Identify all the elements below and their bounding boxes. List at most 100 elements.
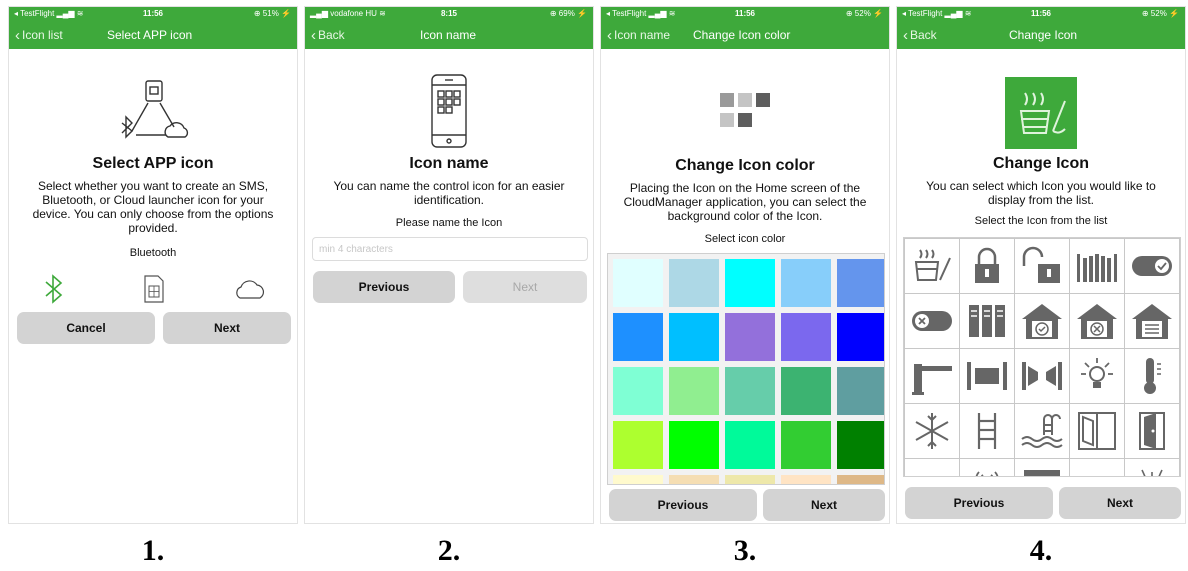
next-button[interactable]: Next [163, 312, 291, 344]
color-swatch[interactable] [837, 475, 884, 484]
choice-bluetooth[interactable] [37, 269, 71, 309]
status-battery: ⊕ 52% ⚡ [845, 9, 883, 18]
status-battery: ⊕ 51% ⚡ [253, 9, 291, 18]
icon-tile[interactable] [905, 294, 959, 348]
page-title: Select APP icon [92, 155, 214, 172]
color-swatch[interactable] [613, 475, 663, 484]
icon-list[interactable] [903, 237, 1181, 477]
status-bar: ◂ TestFlight ▂▄▆ ≋ 11:56 ⊕ 52% ⚡ [601, 7, 889, 21]
color-swatch[interactable] [781, 367, 831, 415]
next-button[interactable]: Next [763, 489, 885, 521]
icon-tile[interactable] [960, 459, 1014, 476]
hero-illustration [305, 73, 593, 149]
color-swatch[interactable] [613, 259, 663, 307]
color-swatch[interactable] [725, 421, 775, 469]
chevron-left-icon: ‹ [311, 27, 316, 44]
color-swatch[interactable] [837, 421, 884, 469]
page-description: Placing the Icon on the Home screen of t… [623, 181, 867, 223]
color-swatch[interactable] [837, 367, 884, 415]
step-label-4: 4. [1029, 534, 1053, 567]
nav-bar: ‹ Back Change Icon [897, 21, 1185, 49]
icon-tile[interactable] [1125, 349, 1179, 403]
back-button[interactable]: ‹ Back [903, 28, 937, 43]
icon-tile[interactable] [960, 404, 1014, 458]
nav-title: Change Icon [1009, 28, 1078, 42]
color-swatch[interactable] [613, 367, 663, 415]
page-description: You can name the control icon for an eas… [333, 179, 565, 207]
hero-illustration [9, 79, 297, 145]
next-button[interactable]: Next [463, 271, 587, 303]
icon-tile[interactable] [905, 404, 959, 458]
next-button[interactable]: Next [1059, 487, 1181, 519]
color-swatch[interactable] [725, 259, 775, 307]
icon-tile[interactable] [1125, 404, 1179, 458]
garage-icon [1132, 304, 1172, 339]
nav-bar: ‹ Back Icon name [305, 21, 593, 49]
roller-blind-icon [1024, 470, 1060, 476]
color-swatch[interactable] [725, 367, 775, 415]
icon-tile[interactable] [1070, 404, 1124, 458]
color-swatch[interactable] [837, 259, 884, 307]
color-swatch[interactable] [669, 313, 719, 361]
hero-illustration [601, 91, 889, 133]
sauna-bucket-icon [914, 249, 951, 281]
icon-tile[interactable] [1125, 239, 1179, 293]
icon-tile[interactable] [1015, 349, 1069, 403]
color-swatch[interactable] [781, 421, 831, 469]
color-swatch[interactable] [781, 475, 831, 484]
color-swatch[interactable] [613, 313, 663, 361]
cancel-button[interactable]: Cancel [17, 312, 155, 344]
icon-tile[interactable] [1015, 404, 1069, 458]
icon-tile[interactable] [1015, 239, 1069, 293]
choice-cloud[interactable] [233, 269, 267, 309]
icon-name-input[interactable] [312, 237, 588, 261]
color-swatch[interactable] [781, 313, 831, 361]
color-swatch[interactable] [669, 259, 719, 307]
color-grid-icon [720, 93, 770, 127]
back-button[interactable]: ‹ Icon name [607, 28, 670, 43]
page-title: Change Icon [992, 155, 1089, 172]
padlock-open-icon [1022, 246, 1060, 283]
launcher-types-icon [121, 80, 189, 139]
icon-tile[interactable] [1015, 294, 1069, 348]
icon-tile[interactable] [1125, 294, 1179, 348]
icon-tile[interactable] [905, 459, 959, 476]
color-swatch[interactable] [725, 313, 775, 361]
padlock-closed-icon [975, 247, 999, 283]
page-description: You can select which Icon you would like… [926, 179, 1156, 207]
sim-card-icon [144, 275, 164, 303]
icon-tile[interactable] [1070, 349, 1124, 403]
color-swatch[interactable] [781, 259, 831, 307]
previous-button[interactable]: Previous [905, 487, 1053, 519]
sauna-bucket-icon [1019, 92, 1066, 134]
icon-tile[interactable] [1125, 459, 1179, 476]
color-swatch[interactable] [669, 421, 719, 469]
back-label: Back [910, 28, 937, 42]
color-swatch[interactable] [725, 475, 775, 484]
icon-tile[interactable] [960, 349, 1014, 403]
back-button[interactable]: ‹ Back [311, 27, 345, 44]
back-button[interactable]: ‹ Icon list [15, 28, 63, 43]
previous-button[interactable]: Previous [313, 271, 455, 303]
nav-title: Select APP icon [107, 28, 193, 42]
nav-bar: ‹ Icon list Select APP icon [9, 21, 297, 49]
snowflake-icon [915, 413, 949, 449]
icon-tile[interactable] [1070, 294, 1124, 348]
house-check-icon [1022, 304, 1062, 339]
icon-tile[interactable] [1070, 239, 1124, 293]
icon-tile[interactable] [960, 239, 1014, 293]
status-battery: ⊕ 52% ⚡ [1141, 9, 1179, 18]
icon-tile[interactable] [1070, 459, 1124, 476]
color-swatch[interactable] [613, 421, 663, 469]
color-swatch[interactable] [837, 313, 884, 361]
choice-sms[interactable] [137, 269, 171, 309]
previous-button[interactable]: Previous [609, 489, 757, 521]
color-swatch[interactable] [669, 475, 719, 484]
color-palette[interactable] [607, 253, 885, 485]
nav-bar: ‹ Icon name Change Icon color [601, 21, 889, 49]
icon-tile[interactable] [960, 294, 1014, 348]
icon-tile[interactable] [905, 239, 959, 293]
color-swatch[interactable] [669, 367, 719, 415]
icon-tile[interactable] [905, 349, 959, 403]
icon-tile[interactable] [1015, 459, 1069, 476]
